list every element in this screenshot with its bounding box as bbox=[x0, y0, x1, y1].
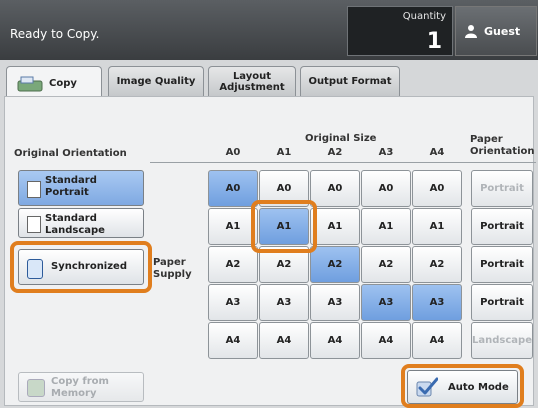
tab-output-format-label: Output Format bbox=[308, 76, 392, 87]
status-text: Ready to Copy. bbox=[10, 27, 100, 41]
tab-layout-adjustment-label: Layout Adjustment bbox=[219, 70, 285, 93]
size-cell-label: A3 bbox=[327, 297, 343, 308]
size-cell[interactable]: A4 bbox=[361, 322, 411, 359]
size-cell-label: A3 bbox=[276, 297, 292, 308]
size-cell[interactable]: A4 bbox=[208, 322, 258, 359]
tab-layout-adjustment[interactable]: Layout Adjustment bbox=[208, 66, 296, 96]
size-cell[interactable]: A0 bbox=[310, 170, 360, 207]
size-cell-label: A2 bbox=[276, 259, 292, 270]
original-orientation-heading: Original Orientation bbox=[14, 148, 127, 159]
paper-orientation-label: Landscape bbox=[472, 335, 532, 346]
size-cell[interactable]: A0 bbox=[412, 170, 462, 207]
guest-button[interactable]: Guest bbox=[455, 6, 537, 56]
paper-orientation-label: Portrait bbox=[480, 221, 524, 232]
size-cell[interactable]: A4 bbox=[412, 322, 462, 359]
copy-from-memory-label: Copy from Memory bbox=[51, 376, 109, 399]
size-cell[interactable]: A2 bbox=[361, 246, 411, 283]
paper-orientation-label: Portrait bbox=[480, 259, 524, 270]
standard-landscape-button[interactable]: Standard Landscape bbox=[18, 208, 144, 238]
copy-from-memory-button[interactable]: Copy from Memory bbox=[18, 372, 144, 402]
copy-icon bbox=[17, 76, 43, 91]
paper-orientation-button[interactable]: Portrait bbox=[471, 246, 533, 283]
tab-image-quality-label: Image Quality bbox=[116, 76, 196, 87]
size-cell[interactable]: A2 bbox=[208, 246, 258, 283]
paper-orientation-button[interactable]: Portrait bbox=[471, 170, 533, 207]
column-header: A2 bbox=[327, 147, 343, 158]
column-header: A3 bbox=[378, 147, 394, 158]
size-cell-label: A4 bbox=[327, 335, 343, 346]
landscape-page-icon bbox=[27, 216, 41, 233]
header-divider bbox=[150, 162, 536, 163]
size-cell-label: A3 bbox=[378, 297, 394, 308]
user-icon bbox=[465, 25, 477, 38]
status-bar: Ready to Copy. Quantity 1 Guest bbox=[0, 0, 538, 60]
standard-portrait-label: Standard Portrait bbox=[45, 175, 97, 198]
size-cell[interactable]: A1 bbox=[310, 208, 360, 245]
column-header: A4 bbox=[429, 147, 445, 158]
size-cell[interactable]: A3 bbox=[361, 284, 411, 321]
size-cell[interactable]: A3 bbox=[259, 284, 309, 321]
size-cell[interactable]: A1 bbox=[361, 208, 411, 245]
size-cell[interactable]: A3 bbox=[310, 284, 360, 321]
size-cell-label: A2 bbox=[378, 259, 394, 270]
paper-orientation-heading: Paper Orientation bbox=[470, 134, 535, 157]
size-cell-label: A2 bbox=[225, 259, 241, 270]
synchronized-highlight bbox=[10, 241, 152, 293]
paper-supply-label: Paper Supply bbox=[153, 257, 192, 280]
standard-landscape-label: Standard Landscape bbox=[45, 213, 105, 236]
size-cell[interactable]: A0 bbox=[361, 170, 411, 207]
tab-bar: Copy Image Quality Layout Adjustment Out… bbox=[0, 60, 538, 100]
size-cell-label: A4 bbox=[276, 335, 292, 346]
size-cell-label: A4 bbox=[225, 335, 241, 346]
guest-label: Guest bbox=[484, 25, 521, 38]
size-cell[interactable]: A0 bbox=[208, 170, 258, 207]
paper-orientation-label: Portrait bbox=[480, 183, 524, 194]
size-cell[interactable]: A1 bbox=[412, 208, 462, 245]
size-cell-label: A3 bbox=[429, 297, 445, 308]
standard-portrait-button[interactable]: Standard Portrait bbox=[18, 170, 144, 206]
auto-mode-highlight bbox=[401, 364, 524, 408]
size-cell[interactable]: A3 bbox=[412, 284, 462, 321]
size-cell-label: A1 bbox=[225, 221, 241, 232]
size-cell-label: A1 bbox=[429, 221, 445, 232]
size-cell-label: A2 bbox=[429, 259, 445, 270]
column-header: A0 bbox=[225, 147, 241, 158]
size-cell-label: A1 bbox=[378, 221, 394, 232]
size-cell-label: A0 bbox=[225, 183, 241, 194]
size-cell[interactable]: A4 bbox=[310, 322, 360, 359]
size-cell[interactable]: A4 bbox=[259, 322, 309, 359]
size-cell-label: A3 bbox=[225, 297, 241, 308]
memory-icon bbox=[27, 379, 45, 397]
size-cell-label: A4 bbox=[429, 335, 445, 346]
a1-highlight bbox=[251, 200, 317, 253]
quantity-label: Quantity bbox=[402, 11, 446, 22]
size-cell-label: A0 bbox=[327, 183, 343, 194]
tab-copy-label: Copy bbox=[49, 78, 77, 89]
paper-orientation-button[interactable]: Portrait bbox=[471, 208, 533, 245]
size-cell[interactable]: A2 bbox=[412, 246, 462, 283]
quantity-value: 1 bbox=[426, 29, 442, 54]
size-cell-label: A1 bbox=[327, 221, 343, 232]
tab-image-quality[interactable]: Image Quality bbox=[108, 66, 204, 96]
portrait-page-icon bbox=[27, 181, 41, 198]
size-cell-label: A0 bbox=[429, 183, 445, 194]
size-cell[interactable]: A3 bbox=[208, 284, 258, 321]
size-cell-label: A0 bbox=[378, 183, 394, 194]
column-header: A1 bbox=[276, 147, 292, 158]
copy-screen: Ready to Copy. Quantity 1 Guest Copy Ima… bbox=[0, 0, 538, 408]
quantity-display[interactable]: Quantity 1 bbox=[347, 6, 453, 56]
paper-orientation-label: Portrait bbox=[480, 297, 524, 308]
size-cell[interactable]: A2 bbox=[310, 246, 360, 283]
size-cell-label: A0 bbox=[276, 183, 292, 194]
tab-output-format[interactable]: Output Format bbox=[300, 66, 400, 96]
original-size-heading: Original Size bbox=[305, 133, 377, 144]
size-cell-label: A4 bbox=[378, 335, 394, 346]
paper-orientation-button[interactable]: Portrait bbox=[471, 284, 533, 321]
size-cell-label: A2 bbox=[327, 259, 343, 270]
paper-orientation-button[interactable]: Landscape bbox=[471, 322, 533, 359]
tab-copy[interactable]: Copy bbox=[6, 66, 102, 100]
